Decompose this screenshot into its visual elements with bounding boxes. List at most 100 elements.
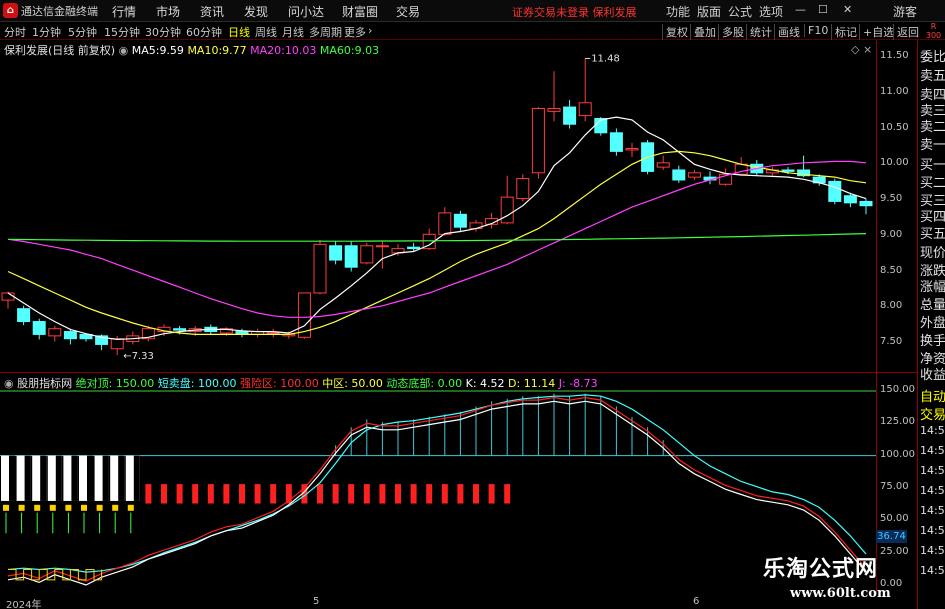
tab-timeshare[interactable]: 分时 bbox=[4, 24, 26, 40]
adjust-button[interactable]: 复权 bbox=[662, 24, 688, 40]
candle-body bbox=[17, 308, 31, 323]
sidebar-item-price[interactable]: 现价 bbox=[920, 242, 945, 261]
tick-time: 14:56 bbox=[920, 524, 945, 537]
param-risk-label: 强险区: bbox=[240, 377, 281, 390]
zone-marker-yellow bbox=[127, 504, 134, 511]
sidebar-item-outside[interactable]: 外盘 bbox=[920, 312, 945, 331]
tab-monthly[interactable]: 月线 bbox=[282, 24, 304, 40]
function-button[interactable]: 功能 bbox=[666, 3, 690, 20]
close-window-icon[interactable]: ✕ bbox=[843, 3, 852, 16]
param-bottom-label: 动态底部: bbox=[386, 377, 438, 390]
back-button[interactable]: 返回 bbox=[893, 24, 919, 40]
sidebar-item-ask1[interactable]: 卖一 bbox=[920, 134, 945, 153]
sidebar-item-ask2[interactable]: 卖二 bbox=[920, 116, 945, 135]
guest-label[interactable]: 游客 bbox=[893, 3, 917, 20]
menu-news[interactable]: 资讯 bbox=[200, 3, 224, 20]
chart-canvas[interactable]: 11.48 ←7.33 bbox=[0, 40, 876, 609]
sidebar-item-ask5[interactable]: 卖五 bbox=[920, 65, 945, 84]
candle-body bbox=[656, 162, 670, 168]
formula-button[interactable]: 公式 bbox=[728, 3, 752, 20]
x-axis-label-june: 6 bbox=[693, 596, 700, 607]
layout-button[interactable]: 版面 bbox=[697, 3, 721, 20]
tick-time: 14:56 bbox=[920, 564, 945, 577]
overlay-button[interactable]: 叠加 bbox=[690, 24, 716, 40]
tab-60min[interactable]: 60分钟 bbox=[186, 24, 222, 40]
sidebar-item-bid2[interactable]: 买二 bbox=[920, 172, 945, 191]
indicator-tick: 50.00 bbox=[880, 513, 909, 525]
chevron-right-icon[interactable]: › bbox=[368, 24, 372, 37]
tab-30min[interactable]: 30分钟 bbox=[145, 24, 181, 40]
tab-multi-period[interactable]: 多周期 bbox=[309, 24, 342, 40]
zone-gap bbox=[133, 455, 140, 501]
x-axis-label-year: 2024年 bbox=[6, 600, 42, 609]
options-button[interactable]: 选项 bbox=[759, 3, 783, 20]
close-panel-icon[interactable]: ◇ × bbox=[851, 43, 872, 56]
menu-wealth[interactable]: 财富圈 bbox=[342, 3, 378, 20]
candle-body bbox=[516, 178, 530, 200]
candle-body bbox=[63, 331, 77, 340]
menu-ask[interactable]: 问小达 bbox=[288, 3, 324, 20]
minimize-icon[interactable]: — bbox=[795, 3, 806, 16]
sidebar-item-bid5[interactable]: 买五 bbox=[920, 223, 945, 242]
sidebar-item-volume[interactable]: 总量 bbox=[920, 294, 945, 313]
price-tick: 10.50 bbox=[880, 121, 909, 133]
sidebar-item-turnover[interactable]: 换手 bbox=[920, 330, 945, 349]
tab-5min[interactable]: 5分钟 bbox=[68, 24, 97, 40]
sidebar-item-ratio[interactable]: 委比 bbox=[920, 46, 945, 65]
sidebar-item-auto[interactable]: 自动 bbox=[920, 386, 945, 405]
candle-body bbox=[563, 106, 577, 125]
stock-name: 保利发展(日线 前复权) bbox=[4, 44, 116, 57]
sidebar-item-pct[interactable]: 涨幅 bbox=[920, 276, 945, 295]
price-tick: 11.50 bbox=[880, 50, 909, 61]
price-panel: 11.48 ←7.33 bbox=[1, 53, 873, 362]
indicator-tick: 150.00 bbox=[880, 384, 915, 395]
settings-icon[interactable]: ◉ bbox=[119, 44, 129, 57]
candle-body bbox=[32, 321, 46, 335]
draw-line-button[interactable]: 画线 bbox=[774, 24, 800, 40]
axis-divider bbox=[876, 40, 877, 595]
risk-block bbox=[410, 484, 417, 504]
price-tick: 9.50 bbox=[880, 193, 903, 204]
ma20-value: 10.03 bbox=[284, 44, 317, 57]
f10-button[interactable]: F10 bbox=[804, 24, 828, 37]
tab-15min[interactable]: 15分钟 bbox=[104, 24, 140, 40]
param-risk-value: 100.00 bbox=[280, 377, 319, 390]
risk-block bbox=[441, 484, 448, 504]
risk-block bbox=[332, 484, 339, 504]
maximize-icon[interactable]: ☐ bbox=[818, 3, 828, 16]
settings-icon[interactable]: ◉ bbox=[4, 377, 14, 390]
risk-block bbox=[270, 484, 277, 504]
tab-weekly[interactable]: 周线 bbox=[255, 24, 277, 40]
login-alert[interactable]: 证券交易未登录 保利发展 bbox=[512, 4, 637, 20]
bottom-step-line bbox=[8, 568, 103, 581]
zone-marker-yellow bbox=[49, 504, 56, 511]
mark-button[interactable]: 标记 bbox=[831, 24, 857, 40]
menu-exchange[interactable]: 市场 bbox=[156, 3, 180, 20]
param-j-label: J: bbox=[558, 377, 570, 390]
tab-daily[interactable]: 日线 bbox=[228, 24, 250, 40]
risk-block bbox=[239, 484, 245, 504]
main-legend: 保利发展(日线 前复权) ◉ MA5:9.59 MA10:9.77 MA20:1… bbox=[4, 42, 379, 58]
menu-market[interactable]: 行情 bbox=[112, 3, 136, 20]
multi-stock-button[interactable]: 多股 bbox=[718, 24, 744, 40]
ma20-label: MA20: bbox=[250, 44, 285, 57]
menu-trade[interactable]: 交易 bbox=[396, 3, 420, 20]
menu-discover[interactable]: 发现 bbox=[244, 3, 268, 20]
sidebar-item-trade[interactable]: 交易 bbox=[920, 404, 945, 423]
param-short-label: 短卖盘: bbox=[157, 377, 199, 390]
sidebar-item-eps[interactable]: 收益 bbox=[920, 364, 945, 383]
indicator-tick: 125.00 bbox=[880, 416, 915, 428]
indicator-name: 股朋指标网 bbox=[17, 377, 73, 390]
add-watchlist-button[interactable]: +自选 bbox=[859, 24, 894, 40]
candle-body bbox=[672, 169, 686, 181]
param-k-value: 4.52 bbox=[480, 377, 505, 390]
high-price-label: 11.48 bbox=[591, 53, 620, 64]
indicator-tick: 25.00 bbox=[880, 545, 909, 557]
tab-1min[interactable]: 1分钟 bbox=[32, 24, 61, 40]
sidebar-item-bid1[interactable]: 买一 bbox=[920, 154, 945, 173]
param-k-label: K: bbox=[465, 377, 481, 390]
candle-body bbox=[781, 169, 795, 172]
statistics-button[interactable]: 统计 bbox=[746, 24, 772, 40]
tab-more[interactable]: 更多 bbox=[344, 24, 366, 40]
ma10-label: MA10: bbox=[187, 44, 223, 57]
